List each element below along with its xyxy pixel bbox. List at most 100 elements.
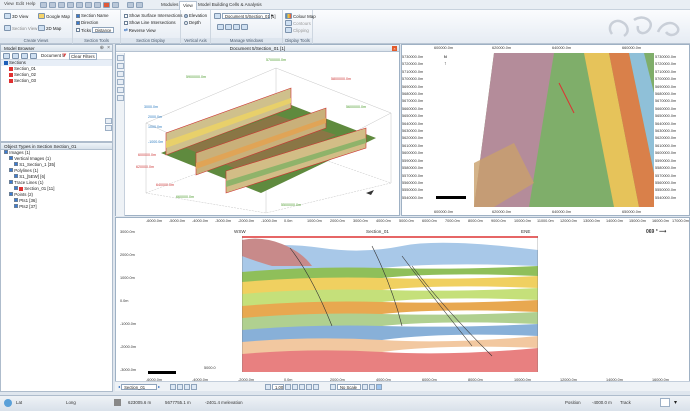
filter-icon[interactable]: ⧩: [62, 53, 66, 59]
direction-checkbox[interactable]: [76, 20, 80, 25]
clipping-button[interactable]: Clipping: [285, 27, 309, 33]
ruler-icon[interactable]: [362, 383, 368, 390]
prev-section-icon[interactable]: ◂: [118, 384, 120, 389]
rotate-icon[interactable]: [117, 55, 124, 61]
tile-horizontal-icon[interactable]: [217, 24, 224, 30]
tab-modules[interactable]: Modules: [158, 1, 181, 10]
zoom-icon[interactable]: [117, 71, 124, 77]
ticks-select[interactable]: Distance: [92, 27, 115, 33]
map2d-button[interactable]: 2D Map: [38, 25, 61, 31]
new-icon[interactable]: [3, 53, 10, 59]
visibility-checkbox[interactable]: [9, 180, 13, 184]
zoom-window-icon[interactable]: [299, 383, 305, 390]
zoom-in-icon[interactable]: [285, 383, 291, 390]
maximize-icon[interactable]: [241, 24, 248, 30]
view3d-button[interactable]: 3D View: [4, 13, 28, 19]
view-3d-window[interactable]: Document 5/Section_01 [1] × 5700000.0m 5…: [115, 44, 400, 216]
redo-icon[interactable]: [58, 2, 65, 8]
pan-icon[interactable]: [117, 63, 124, 69]
refresh-icon[interactable]: [191, 383, 197, 390]
line-intersections-checkbox[interactable]: [124, 20, 128, 25]
pan-icon[interactable]: [306, 383, 312, 390]
direction-toggle[interactable]: Direction: [76, 20, 98, 25]
print-icon[interactable]: [76, 2, 83, 8]
visibility-checkbox[interactable]: [9, 156, 13, 160]
next-section-icon[interactable]: ▸: [158, 384, 160, 389]
geology-map-canvas[interactable]: ↑: [434, 53, 654, 207]
scale-icon[interactable]: [330, 383, 336, 390]
window-icon[interactable]: [127, 2, 134, 8]
model-3d-canvas[interactable]: [126, 53, 399, 215]
visibility-checkbox[interactable]: [14, 162, 18, 166]
move-up-icon[interactable]: [105, 118, 112, 124]
ticks-toggle[interactable]: Ticks Distance: [76, 27, 115, 33]
window-select[interactable]: Document 5/Section_01 [1]: [222, 13, 276, 19]
view-2d-map-window[interactable]: 600000.0m 620000.0m 640000.0m 660000.0m …: [401, 44, 690, 216]
folder-icon[interactable]: [30, 53, 37, 59]
depth-option[interactable]: Depth: [184, 20, 201, 25]
scale-mode-select[interactable]: No Scale: [337, 383, 361, 390]
visibility-checkbox[interactable]: [14, 204, 18, 208]
ticks-checkbox[interactable]: [76, 28, 80, 32]
chevron-down-icon[interactable]: ▾: [271, 13, 273, 19]
grid-icon[interactable]: [21, 53, 28, 59]
import-icon[interactable]: [94, 2, 101, 8]
reset-view-icon[interactable]: [117, 95, 124, 101]
move-down-icon[interactable]: [105, 125, 112, 131]
open-icon[interactable]: [67, 2, 74, 8]
tile-icon[interactable]: [136, 2, 143, 8]
pin-icon[interactable]: ⊕: [100, 45, 104, 52]
show-line-intersections-toggle[interactable]: Show Line Intersections: [124, 20, 176, 25]
zoom-fit-icon[interactable]: [292, 383, 298, 390]
close-icon[interactable]: ×: [392, 46, 397, 51]
section-view-button[interactable]: Section View: [4, 25, 37, 31]
section-name-toggle[interactable]: Section Name: [76, 13, 109, 18]
cross-section-canvas[interactable]: [242, 236, 538, 372]
tab-cells-analysis[interactable]: Cells & Analysis: [226, 1, 265, 10]
show-surface-intersections-toggle[interactable]: Show Surface Intersections: [124, 13, 182, 18]
chart-icon[interactable]: [369, 383, 375, 390]
list-item[interactable]: Section_03: [1, 78, 112, 84]
layers-icon[interactable]: [376, 383, 382, 390]
layout-icon[interactable]: [112, 2, 119, 8]
section-name-checkbox[interactable]: [76, 13, 80, 18]
depth-radio[interactable]: [184, 20, 188, 25]
undo-icon[interactable]: [49, 2, 56, 8]
visibility-checkbox[interactable]: [14, 198, 18, 202]
select-icon[interactable]: [313, 383, 319, 390]
tree-row[interactable]: Pts2 [37]: [1, 204, 112, 210]
tile-vertical-icon[interactable]: [225, 24, 232, 30]
export-icon[interactable]: [85, 2, 92, 8]
visibility-checkbox[interactable]: [4, 150, 8, 154]
elevation-option[interactable]: Elevation: [184, 13, 207, 18]
cascade-icon[interactable]: [233, 24, 240, 30]
zoom-out-icon[interactable]: [265, 383, 271, 390]
menu-help[interactable]: Help: [26, 1, 35, 6]
chevron-down-icon[interactable]: ▾: [674, 399, 677, 406]
visibility-checkbox[interactable]: [14, 174, 18, 178]
zoom-input[interactable]: 1.00: [272, 383, 284, 390]
clear-filters-button[interactable]: Clear Filters: [69, 53, 97, 60]
remove-icon[interactable]: [184, 383, 190, 390]
close-icon[interactable]: ×: [107, 45, 110, 52]
stop-icon[interactable]: [103, 2, 110, 8]
view-options-icon[interactable]: [660, 398, 670, 407]
visibility-checkbox[interactable]: [9, 168, 13, 172]
select-icon[interactable]: [117, 79, 124, 85]
visibility-checkbox[interactable]: [14, 186, 18, 190]
section-view-window[interactable]: -6000.0m -5000.0m -4000.0m -3000.0m -200…: [115, 217, 690, 391]
menu-edit[interactable]: Edit: [16, 1, 24, 6]
first-icon[interactable]: [170, 383, 176, 390]
visibility-checkbox[interactable]: [9, 192, 13, 196]
section-select[interactable]: Section_01: [121, 383, 158, 390]
reverse-view-button[interactable]: ⇄ Reverse View: [124, 27, 156, 33]
menu-view[interactable]: View: [4, 1, 14, 6]
save-icon[interactable]: [40, 2, 47, 8]
google-map-button[interactable]: Google Map: [38, 13, 70, 19]
surface-intersections-checkbox[interactable]: [124, 13, 128, 18]
measure-icon[interactable]: [117, 87, 124, 93]
elevation-radio[interactable]: [184, 13, 188, 18]
colour-map-button[interactable]: Colour Map: [285, 13, 316, 19]
add-icon[interactable]: [177, 383, 183, 390]
contours-button[interactable]: Contours: [285, 20, 311, 26]
